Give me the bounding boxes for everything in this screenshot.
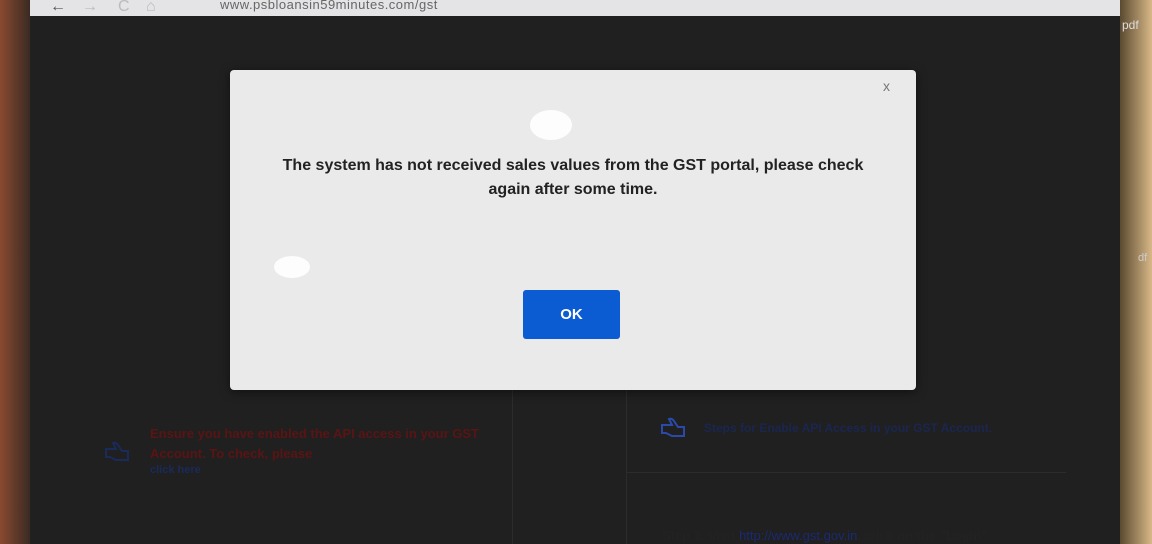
close-icon[interactable]: x [883,78,890,94]
screen-glare [530,110,572,140]
ok-button[interactable]: OK [523,290,620,339]
dialog-message: The system has not received sales values… [282,157,864,198]
pointing-hand-icon [661,417,685,437]
home-icon[interactable]: ⌂ [146,0,156,16]
click-here-link[interactable]: click here [150,460,490,480]
edge-label: pdf [1122,18,1139,32]
step-prefix: Step 1. Visit [662,528,740,543]
pointing-hand-icon [105,441,129,461]
divider [512,388,513,544]
screen-glare [274,256,310,278]
edge-label: df [1138,252,1148,264]
back-arrow-icon[interactable]: ← [50,0,66,16]
address-bar[interactable]: www.psbloansin59minutes.com/gst [220,0,438,12]
forward-arrow-icon[interactable]: → [82,0,98,16]
reload-icon[interactable]: C [118,0,130,16]
api-access-notice: Ensure you have enabled the API access i… [150,424,490,480]
browser-toolbar: ← → C ⌂ www.psbloansin59minutes.com/gst [30,0,1120,17]
divider [626,472,1066,473]
right-bezel: pdf df [1120,0,1152,544]
notice-text: Ensure you have enabled the API access i… [150,426,479,461]
divider [626,388,627,544]
left-bezel [0,0,30,544]
alert-dialog: x The system has not received sales valu… [230,70,916,390]
steps-title: Steps for Enable API Access in your GST … [704,421,993,435]
step-1-text: Step 1. Visit http://www.gst.gov.in, cli… [662,528,987,543]
gst-portal-link[interactable]: http://www.gst.gov.in [739,528,857,543]
step-suffix: , click on the "Login" [857,528,988,543]
